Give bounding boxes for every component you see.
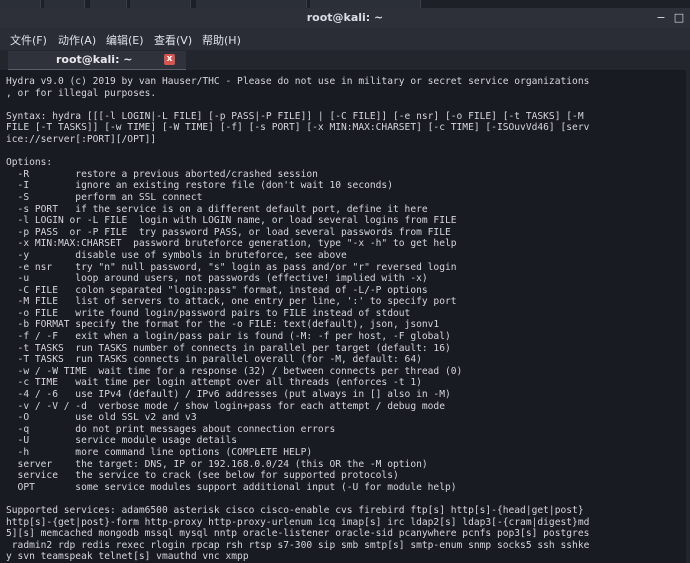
terminal-text: Hydra v9.0 (c) 2019 by van Hauser/THC - … — [6, 76, 590, 563]
taskbar-app-button[interactable] — [44, 0, 85, 8]
taskbar-window-button[interactable] — [196, 0, 307, 8]
taskbar — [0, 0, 690, 8]
taskbar-app-button[interactable] — [90, 0, 127, 8]
maximize-icon[interactable]: □ — [672, 11, 686, 25]
menu-view[interactable]: 查看(V) — [154, 32, 192, 48]
minimize-icon[interactable]: − — [654, 11, 668, 25]
taskbar-app-button[interactable] — [130, 0, 191, 8]
terminal-tab-label: root@kali: ~ — [56, 53, 133, 66]
window-titlebar[interactable]: root@kali: ~ − □ — [0, 8, 690, 28]
menu-actions[interactable]: 动作(A) — [58, 32, 96, 48]
menu-bar: 文件(F) 动作(A) 编辑(E) 查看(V) 帮助(H) — [0, 28, 690, 50]
taskbar-app-button[interactable] — [0, 0, 41, 8]
tab-bar: root@kali: ~ x — [0, 50, 690, 71]
window-title: root@kali: ~ — [306, 11, 384, 24]
terminal-tab[interactable]: root@kali: ~ x — [8, 51, 186, 71]
menu-file[interactable]: 文件(F) — [10, 32, 47, 48]
close-icon[interactable]: x — [164, 54, 175, 65]
scrollbar[interactable] — [686, 70, 690, 563]
taskbar-window-button[interactable] — [310, 0, 421, 8]
menu-help[interactable]: 帮助(H) — [202, 32, 241, 48]
terminal-output[interactable]: Hydra v9.0 (c) 2019 by van Hauser/THC - … — [0, 70, 690, 563]
menu-edit[interactable]: 编辑(E) — [106, 32, 144, 48]
